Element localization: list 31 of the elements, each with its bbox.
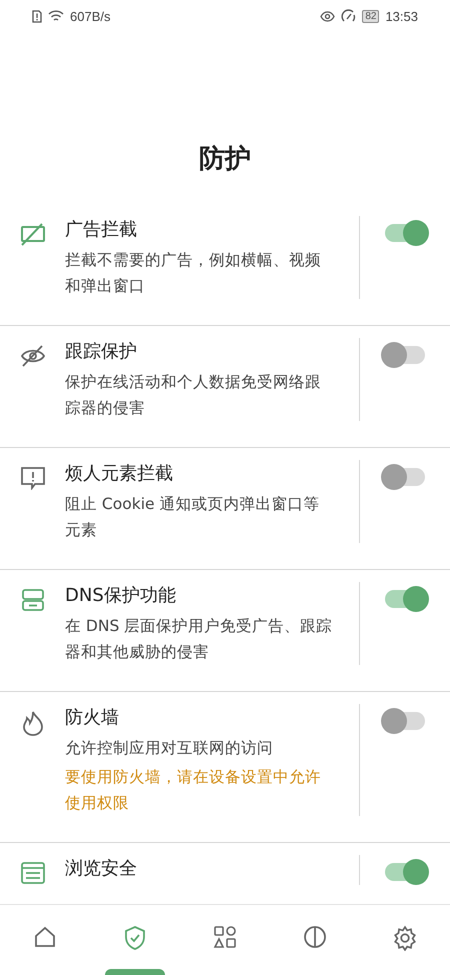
feature-title: 浏览安全 [65, 857, 138, 881]
feature-description: 在 DNS 层面保护用户免受广告、跟踪器和其他威胁的侵害 [65, 616, 334, 663]
feature-description: 阻止 Cookie 通知或页内弹出窗口等元素 [65, 494, 320, 541]
shapes-icon [213, 925, 237, 949]
page-title: 防护 [198, 143, 252, 176]
network-speed: 607B/s [70, 8, 110, 24]
settings-icon [392, 925, 418, 951]
home-icon [33, 925, 57, 949]
wifi-icon [48, 10, 64, 22]
clock-time: 13:53 [385, 8, 418, 24]
crossed-screen-icon [20, 222, 46, 246]
feature-description: 拦截不需要的广告，例如横幅、视频和弹出窗口 [65, 250, 322, 297]
feature-title: 防火墙 [65, 706, 120, 730]
feature-description: 保护在线活动和个人数据免受网络跟踪器的侵害 [65, 372, 322, 419]
eye-icon [320, 10, 336, 22]
crossed-eye-icon [20, 344, 46, 368]
server-icon [20, 588, 44, 612]
pie-chart-icon [303, 925, 327, 949]
alert-message-icon [20, 466, 46, 490]
permission-warning: 要使用防火墙，请在设备设置中允许使用权限 [65, 767, 322, 814]
feature-description: 允许控制应用对互联网的访问 [65, 738, 274, 759]
flame-icon [22, 710, 44, 736]
shield-check-icon [123, 925, 147, 951]
sim-alert-icon [32, 10, 42, 22]
feature-title: 烦人元素拦截 [65, 462, 174, 486]
feature-title: DNS保护功能 [65, 584, 177, 608]
browser-icon [20, 861, 46, 885]
feature-title: 广告拦截 [65, 218, 138, 242]
battery-level: 82 [362, 10, 380, 22]
gauge-icon [341, 9, 356, 23]
feature-title: 跟踪保护 [65, 340, 138, 364]
